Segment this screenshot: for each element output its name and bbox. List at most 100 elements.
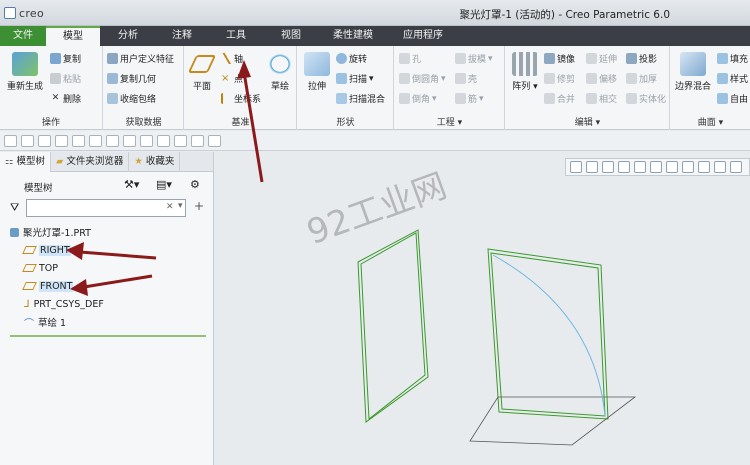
expand-icon[interactable]: ▾ xyxy=(178,201,183,211)
group-label-engineering[interactable]: 工程 ▾ xyxy=(395,115,504,128)
rib-button[interactable]: 筋 ▾ xyxy=(455,92,484,105)
datum-plane-right xyxy=(357,229,429,423)
axis-button[interactable]: 轴 xyxy=(221,52,243,65)
merge-button[interactable]: 合并 xyxy=(544,92,575,105)
selection-filter-icon[interactable] xyxy=(140,134,153,147)
rib-icon xyxy=(455,93,466,104)
boundary-blend-button[interactable]: 边界混合 xyxy=(673,52,713,92)
open-icon[interactable] xyxy=(21,134,34,147)
group-label-editing[interactable]: 编辑 ▾ xyxy=(506,115,669,128)
tab-view[interactable]: 视图 xyxy=(264,26,318,46)
redo-icon[interactable] xyxy=(72,134,85,147)
revolve-button[interactable]: 旋转 xyxy=(336,52,367,65)
creo-logo: creo xyxy=(4,5,44,21)
group-engineering: 孔 倒圆角 ▾ 倒角 ▾ 拔模 ▾ 壳 筋 ▾ 工程 ▾ xyxy=(395,46,505,130)
draft-button[interactable]: 拔模 ▾ xyxy=(455,52,493,65)
fill-button[interactable]: 填充 xyxy=(717,52,748,65)
tab-model[interactable]: 模型 xyxy=(46,26,100,46)
group-label-operations[interactable]: 操作 xyxy=(0,115,102,128)
ribbon: 重新生成 复制 粘贴 ✕ 删除 操作 用户定义特征 复制几何 收缩包络 获取数据 … xyxy=(0,46,750,130)
swept-blend-button[interactable]: 扫描混合 xyxy=(336,92,385,105)
delete-button[interactable]: ✕ 删除 xyxy=(50,92,81,105)
tab-model-tree[interactable]: ⚏ 模型树 xyxy=(0,152,52,172)
tab-annotate[interactable]: 注释 xyxy=(156,26,208,46)
save-icon[interactable] xyxy=(38,134,51,147)
solidify-button[interactable]: 实体化 xyxy=(626,92,666,105)
tab-flexible-modeling[interactable]: 柔性建模 xyxy=(318,26,388,46)
settings-icon[interactable]: ⚙ xyxy=(190,178,200,191)
tree-item-sketch[interactable]: ⌒ 草绘 1 xyxy=(24,314,66,330)
group-label-shapes[interactable]: 形状 xyxy=(298,115,393,128)
logo-text: creo xyxy=(19,6,45,20)
point-icon: × xyxy=(221,73,230,84)
tab-applications[interactable]: 应用程序 xyxy=(388,26,458,46)
undo-icon[interactable] xyxy=(55,134,68,147)
new-icon[interactable] xyxy=(4,134,17,147)
trim-button[interactable]: 修剪 xyxy=(544,72,575,85)
tree-item-label: 聚光灯罩-1.PRT xyxy=(23,228,91,239)
shell-button[interactable]: 壳 xyxy=(455,72,477,85)
intersect-button[interactable]: 相交 xyxy=(586,92,617,105)
tab-analysis[interactable]: 分析 xyxy=(100,26,156,46)
tools-icon[interactable]: ⚒▾ xyxy=(124,178,139,191)
copy-button[interactable]: 复制 xyxy=(50,52,81,65)
extrude-button[interactable]: 拉伸 xyxy=(302,52,332,92)
ribbon-tabs: 文件 模型 分析 注释 工具 视图 柔性建模 应用程序 xyxy=(0,26,750,46)
shrinkwrap-button[interactable]: 收缩包络 xyxy=(107,92,156,105)
search-input[interactable] xyxy=(26,199,186,217)
mirror-button[interactable]: 镜像 xyxy=(544,52,575,65)
display-style-icon[interactable] xyxy=(174,134,187,147)
tab-favorites[interactable]: ★ 收藏夹 xyxy=(129,152,181,172)
chamfer-button[interactable]: 倒角 ▾ xyxy=(399,92,437,105)
delete-label: 删除 xyxy=(63,95,82,105)
group-get-data: 用户定义特征 复制几何 收缩包络 获取数据 xyxy=(104,46,184,130)
offset-icon xyxy=(586,73,597,84)
shading-icon[interactable] xyxy=(157,134,170,147)
engineering-label-text: 工程 xyxy=(436,118,455,128)
tree-item-top[interactable]: TOP xyxy=(22,260,58,276)
tree-item-right[interactable]: RIGHT xyxy=(22,242,71,258)
clear-icon[interactable]: ✕ xyxy=(166,202,174,212)
pattern-icon xyxy=(512,52,538,76)
thicken-button[interactable]: 加厚 xyxy=(626,72,657,85)
round-button[interactable]: 倒圆角 ▾ xyxy=(399,72,446,85)
paste-button[interactable]: 粘贴 xyxy=(50,72,81,85)
tab-file[interactable]: 文件 xyxy=(0,26,46,46)
graphics-area[interactable]: 92工业网 xyxy=(215,152,750,465)
tab-tools[interactable]: 工具 xyxy=(208,26,264,46)
csys-button[interactable]: 坐标系 xyxy=(221,92,261,105)
tree-item-front[interactable]: FRONT xyxy=(22,278,74,294)
chevron-down-icon: ▾ xyxy=(432,93,437,104)
plane-icon xyxy=(187,55,217,73)
project-button[interactable]: 投影 xyxy=(626,52,657,65)
tree-item-csys[interactable]: ⅃ PRT_CSYS_DEF xyxy=(24,296,104,312)
extend-button[interactable]: 延伸 xyxy=(586,52,617,65)
hole-button[interactable]: 孔 xyxy=(399,52,421,65)
group-label-datum[interactable]: 基准 xyxy=(185,115,296,128)
star-icon: ★ xyxy=(134,156,143,167)
freestyle-button[interactable]: 自由 xyxy=(717,92,748,105)
customize-icon[interactable] xyxy=(208,134,221,147)
point-button[interactable]: × 点 xyxy=(221,72,243,85)
group-label-get-data[interactable]: 获取数据 xyxy=(104,115,183,128)
paste-icon xyxy=(50,73,61,84)
datum-display-icon[interactable] xyxy=(191,134,204,147)
style-button[interactable]: 样式 xyxy=(717,72,748,85)
show-icon[interactable]: ▤▾ xyxy=(156,178,172,191)
group-label-surfaces[interactable]: 曲面 ▾ xyxy=(671,115,750,128)
regenerate-button[interactable]: 重新生成 xyxy=(4,52,46,92)
tree-item-part[interactable]: 聚光灯罩-1.PRT xyxy=(10,224,91,240)
copy-geometry-button[interactable]: 复制几何 xyxy=(107,72,156,85)
sketch-tree-icon: ⌒ xyxy=(24,318,34,330)
sketch-button[interactable]: 草绘 xyxy=(265,52,295,92)
tab-folder-browser[interactable]: ▰ 文件夹浏览器 xyxy=(51,152,130,172)
close-window-icon[interactable] xyxy=(123,134,136,147)
plane-button[interactable]: 平面 xyxy=(187,52,217,92)
offset-button[interactable]: 偏移 xyxy=(586,72,617,85)
sweep-button[interactable]: 扫描 ▾ xyxy=(336,72,374,85)
regenerate-small-icon[interactable] xyxy=(89,134,102,147)
udf-button[interactable]: 用户定义特征 xyxy=(107,52,174,65)
pattern-button[interactable]: 阵列 ▾ xyxy=(510,52,540,92)
windows-icon[interactable] xyxy=(106,134,119,147)
add-icon[interactable]: + xyxy=(194,199,204,213)
